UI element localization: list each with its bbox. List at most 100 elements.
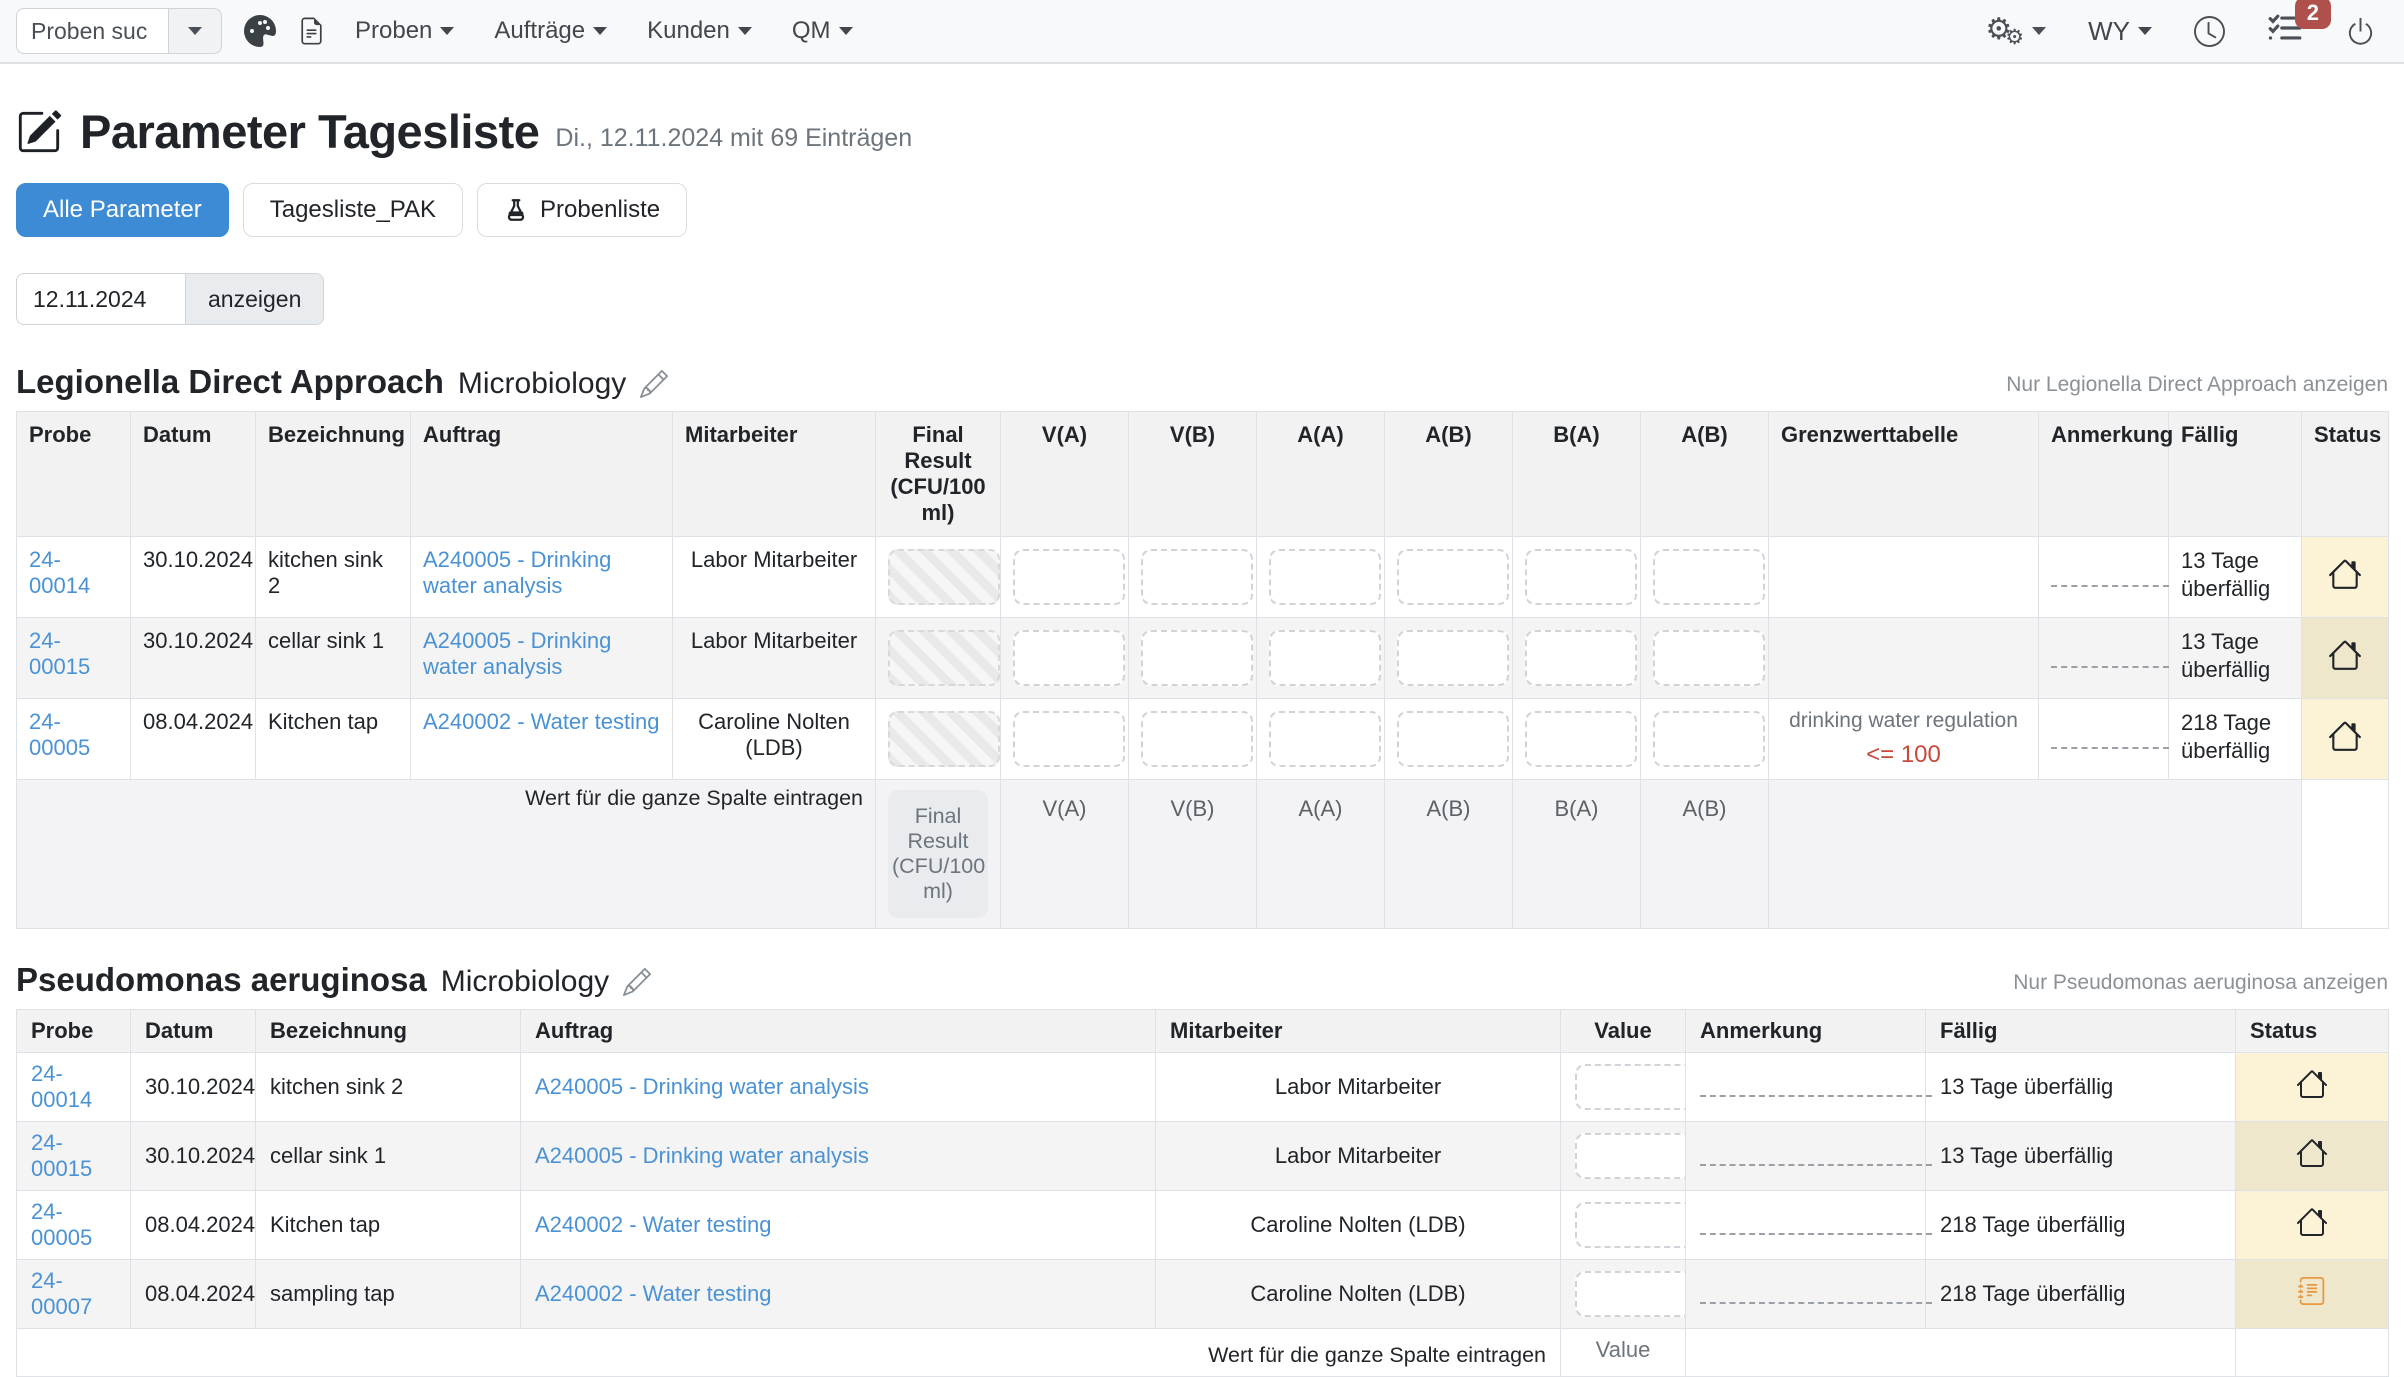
fill-row-spacer [1686,1329,2236,1377]
aa-input[interactable] [1269,711,1381,767]
probe-link[interactable]: 24-00014 [31,1061,92,1112]
probe-link[interactable]: 24-00015 [31,1130,92,1181]
probe-link[interactable]: 24-00014 [29,547,90,598]
anmerkung-field[interactable] [2051,723,2169,749]
navbar-right: ⚙⚙ WY 2 [1985,13,2376,49]
fill-value-button[interactable]: Value [1561,1329,1686,1377]
value-input[interactable] [1575,1202,1695,1248]
palette-icon [244,15,276,47]
anmerkung-field[interactable] [1700,1209,1932,1235]
fill-prompt: Wert für die ganze Spalte eintragen [17,780,876,929]
ab-input[interactable] [1397,549,1509,605]
fill-ab2-button[interactable]: A(B) [1641,780,1769,929]
history-button[interactable] [2194,16,2225,47]
probe-link[interactable]: 24-00007 [31,1268,92,1319]
ba-input[interactable] [1525,630,1637,686]
grenzwert-limit: <= 100 [1781,741,2026,769]
ab2-input[interactable] [1653,711,1765,767]
filter-legionella-link[interactable]: Nur Legionella Direct Approach anzeigen [2006,373,2388,397]
tab-probenliste[interactable]: Probenliste [477,183,687,237]
aa-input[interactable] [1269,549,1381,605]
auftrag-link[interactable]: A240005 - Drinking water analysis [423,628,611,679]
auftrag-link[interactable]: A240005 - Drinking water analysis [535,1143,869,1168]
probe-link[interactable]: 24-00005 [29,709,90,760]
fill-ba-button[interactable]: B(A) [1513,780,1641,929]
search-input[interactable] [16,8,168,54]
ab-input[interactable] [1397,711,1509,767]
datum-cell: 30.10.2024 [131,618,256,699]
column-header: Fällig [1926,1010,2236,1053]
page-subtitle: Di., 12.11.2024 mit 69 Einträgen [555,110,912,153]
fill-va-button[interactable]: V(A) [1001,780,1129,929]
mitarbeiter-cell: Labor Mitarbeiter [673,618,876,699]
column-header: Status [2236,1010,2389,1053]
date-input[interactable] [16,273,186,325]
edit-section-button[interactable] [623,968,651,996]
ba-input[interactable] [1525,711,1637,767]
anmerkung-field[interactable] [1700,1071,1932,1097]
table-row: 24-00015 30.10.2024 cellar sink 1 A24000… [17,1122,2389,1191]
value-input[interactable] [1575,1271,1695,1317]
ba-input[interactable] [1525,549,1637,605]
anmerkung-field[interactable] [1700,1278,1932,1304]
faellig-cell: 13 Tage überfällig [2169,537,2302,618]
page-header: Parameter Tagesliste Di., 12.11.2024 mit… [16,104,2388,159]
logout-button[interactable] [2345,16,2376,47]
value-input[interactable] [1575,1133,1695,1179]
edit-section-button[interactable] [640,370,668,398]
auftrag-link[interactable]: A240002 - Water testing [535,1281,771,1306]
va-input[interactable] [1013,711,1125,767]
show-button[interactable]: anzeigen [186,273,324,325]
palette-button[interactable] [244,15,276,47]
bezeichnung-cell: sampling tap [256,1260,521,1329]
fill-final-result-button[interactable]: Final Result (CFU/100 ml) [888,790,988,918]
user-menu[interactable]: WY [2088,16,2152,47]
fill-ab-button[interactable]: A(B) [1385,780,1513,929]
settings-menu[interactable]: ⚙⚙ [1985,15,2046,48]
va-input[interactable] [1013,549,1125,605]
table-row: 24-00007 08.04.2024 sampling tap A240002… [17,1260,2389,1329]
legionella-header-row: Probe Datum Bezeichnung Auftrag Mitarbei… [17,412,2389,537]
tasks-button[interactable]: 2 [2267,13,2303,49]
probe-link[interactable]: 24-00015 [29,628,90,679]
auftrag-link[interactable]: A240005 - Drinking water analysis [423,547,611,598]
vb-input[interactable] [1141,549,1253,605]
vb-input[interactable] [1141,630,1253,686]
anmerkung-field[interactable] [1700,1140,1932,1166]
flask-icon [504,195,528,225]
fill-vb-button[interactable]: V(B) [1129,780,1257,929]
ab2-input[interactable] [1653,549,1765,605]
probe-link[interactable]: 24-00005 [31,1199,92,1250]
menu-qm[interactable]: QM [792,17,853,45]
column-header: A(A) [1257,412,1385,537]
auftrag-link[interactable]: A240002 - Water testing [535,1212,771,1237]
aa-input[interactable] [1269,630,1381,686]
menu-proben[interactable]: Proben [355,17,454,45]
ab2-input[interactable] [1653,630,1765,686]
document-button[interactable] [298,16,325,46]
column-header: Datum [131,1010,256,1053]
fill-prompt: Wert für die ganze Spalte eintragen [17,1329,1561,1377]
auftrag-link[interactable]: A240002 - Water testing [423,709,659,734]
auftrag-link[interactable]: A240005 - Drinking water analysis [535,1074,869,1099]
va-input[interactable] [1013,630,1125,686]
tab-tagesliste-pak[interactable]: Tagesliste_PAK [243,183,463,237]
datum-cell: 30.10.2024 [131,1122,256,1191]
filter-pseudomonas-link[interactable]: Nur Pseudomonas aeruginosa anzeigen [2013,971,2388,995]
fill-aa-button[interactable]: A(A) [1257,780,1385,929]
power-icon [2345,16,2376,47]
value-input[interactable] [1575,1064,1695,1110]
chevron-down-icon [440,27,454,35]
vb-input[interactable] [1141,711,1253,767]
search-dropdown-button[interactable] [168,8,222,54]
anmerkung-field[interactable] [2051,561,2169,587]
menu-kunden[interactable]: Kunden [647,17,752,45]
section-pseudomonas-header: Pseudomonas aeruginosa Microbiology Nur … [16,961,2388,999]
anmerkung-field[interactable] [2051,642,2169,668]
ab-input[interactable] [1397,630,1509,686]
tab-alle-parameter[interactable]: Alle Parameter [16,183,229,237]
column-header: Probe [17,412,131,537]
menu-auftraege[interactable]: Aufträge [494,17,607,45]
final-result-disabled-input [888,630,1000,686]
user-initials: WY [2088,16,2130,47]
